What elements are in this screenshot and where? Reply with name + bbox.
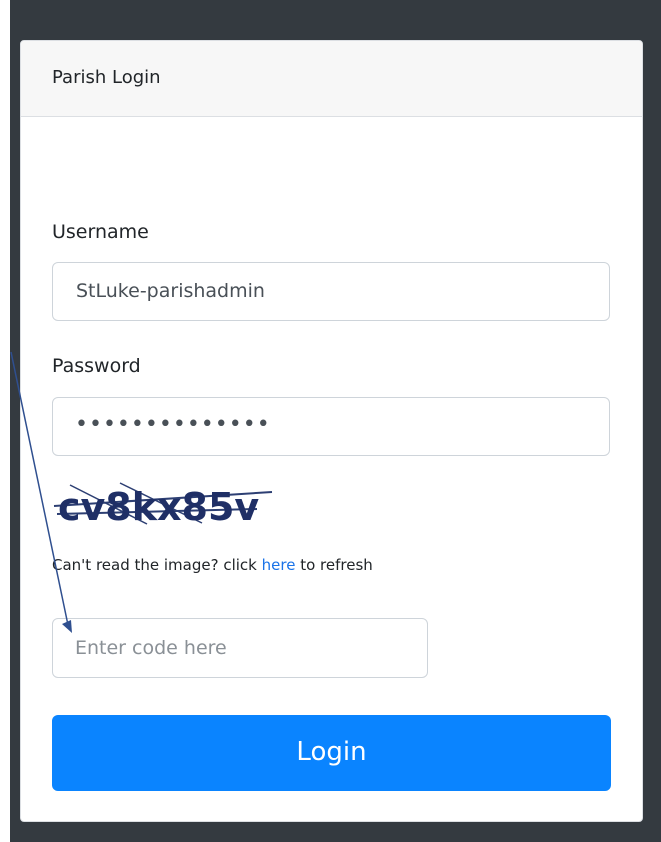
login-button[interactable]: Login	[52, 715, 611, 791]
username-value: StLuke-parishadmin	[76, 280, 265, 302]
captcha-text: cv8kx85v	[58, 485, 259, 528]
captcha-image: cv8kx85v	[52, 478, 292, 528]
username-label: Username	[52, 221, 149, 243]
username-field[interactable]: StLuke-parishadmin	[52, 262, 610, 321]
card-header: Parish Login	[21, 41, 642, 117]
password-field[interactable]: ••••••••••••••	[52, 397, 610, 456]
password-mask: ••••••••••••••	[75, 412, 271, 437]
captcha-code-input[interactable]: Enter code here	[52, 618, 428, 678]
login-card: Parish Login Username StLuke-parishadmin…	[20, 40, 643, 822]
card-title: Parish Login	[52, 67, 161, 88]
captcha-help-end: to refresh	[295, 556, 373, 574]
screen: Parish Login Username StLuke-parishadmin…	[0, 0, 661, 842]
password-label: Password	[52, 355, 141, 377]
captcha-help-text: Can't read the image? click	[52, 556, 262, 574]
captcha-refresh-link[interactable]: here	[262, 556, 296, 574]
code-placeholder: Enter code here	[75, 637, 227, 659]
login-button-label: Login	[296, 737, 367, 767]
captcha-help: Can't read the image? click here to refr…	[52, 556, 373, 574]
